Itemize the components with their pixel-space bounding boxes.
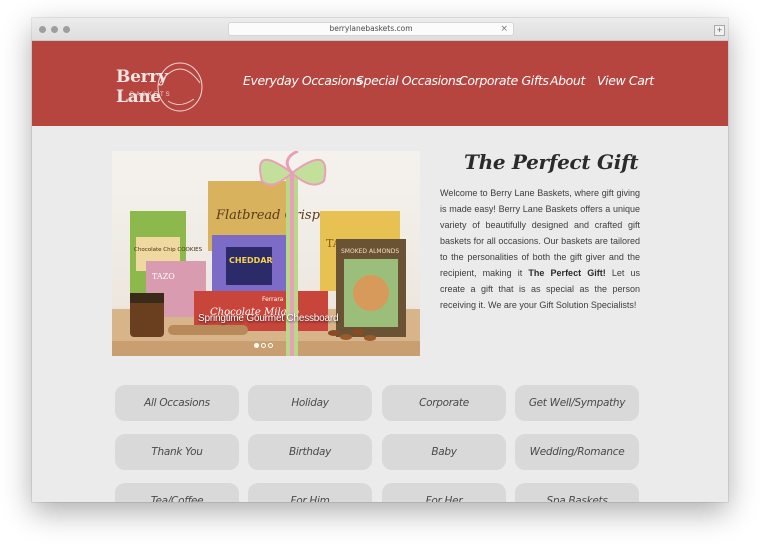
address-bar-url: berrylanebaskets.com: [329, 24, 413, 33]
clear-url-icon[interactable]: ×: [500, 23, 508, 35]
category-for-him[interactable]: For Him: [248, 483, 372, 502]
category-corporate[interactable]: Corporate: [382, 385, 506, 421]
slide-dot-1[interactable]: [254, 343, 259, 348]
intro-title: The Perfect Gift: [464, 150, 639, 174]
slide-dot-3[interactable]: [268, 343, 273, 348]
category-holiday[interactable]: Holiday: [248, 385, 372, 421]
tazo-label: TAZO: [152, 272, 175, 281]
window-close-dot[interactable]: [39, 26, 46, 33]
category-thank-you[interactable]: Thank You: [115, 434, 239, 470]
ferrara-label: Ferrara: [262, 296, 284, 303]
nav-view-cart[interactable]: View Cart: [597, 73, 654, 88]
window-zoom-dot[interactable]: [63, 26, 70, 33]
slide-caption: Springtime Gourmet Chessboard: [198, 313, 339, 324]
address-bar[interactable]: berrylanebaskets.com ×: [228, 22, 514, 36]
category-for-her[interactable]: For Her: [382, 483, 506, 502]
category-baby[interactable]: Baby: [382, 434, 506, 470]
intro-paragraph: Welcome to Berry Lane Baskets, where gif…: [440, 185, 640, 313]
window-minimize-dot[interactable]: [51, 26, 58, 33]
flatbread-label: Flatbread Crisps: [215, 208, 327, 223]
smoked-almonds-label: SMOKED ALMONDS: [341, 248, 399, 255]
nav-everyday-occasions[interactable]: Everyday Occasions: [243, 73, 362, 88]
nav-special-occasions[interactable]: Special Occasions: [356, 73, 462, 88]
new-tab-icon[interactable]: +: [714, 25, 725, 36]
category-wedding-romance[interactable]: Wedding/Romance: [515, 434, 639, 470]
slide-indicators: [254, 335, 275, 353]
cookies-label: Chocolate Chip COOKIES: [134, 247, 203, 253]
browser-window: berrylanebaskets.com × + Berry Lane BASK…: [32, 18, 728, 502]
browser-toolbar: berrylanebaskets.com × +: [32, 18, 728, 41]
gift-basket-illustration: Flatbread Crisps TAZ SMOKED ALMONDS Choc…: [112, 151, 420, 356]
slide-dot-2[interactable]: [261, 343, 266, 348]
hero-slideshow[interactable]: Flatbread Crisps TAZ SMOKED ALMONDS Choc…: [112, 151, 420, 356]
nav-corporate-gifts[interactable]: Corporate Gifts: [459, 73, 549, 88]
category-spa-baskets[interactable]: Spa Baskets: [515, 483, 639, 502]
intro-text-start: Welcome to Berry Lane Baskets, where gif…: [440, 188, 640, 278]
category-get-well-sympathy[interactable]: Get Well/Sympathy: [515, 385, 639, 421]
category-birthday[interactable]: Birthday: [248, 434, 372, 470]
category-all-occasions[interactable]: All Occasions: [115, 385, 239, 421]
intro-text-bold: The Perfect Gift!: [528, 268, 606, 278]
cheese-knife: [168, 325, 248, 335]
cheddar-label: CHEDDAR: [229, 256, 273, 265]
nav-about[interactable]: About: [550, 73, 585, 88]
logo-wordmark: Berry Lane: [116, 67, 168, 107]
category-tea-coffee[interactable]: Tea/Coffee: [115, 483, 239, 502]
site-logo[interactable]: Berry Lane BASKETS: [114, 53, 210, 113]
logo-tagline: BASKETS: [130, 92, 172, 98]
site-header: Berry Lane BASKETS Everyday Occasions Sp…: [32, 41, 728, 126]
